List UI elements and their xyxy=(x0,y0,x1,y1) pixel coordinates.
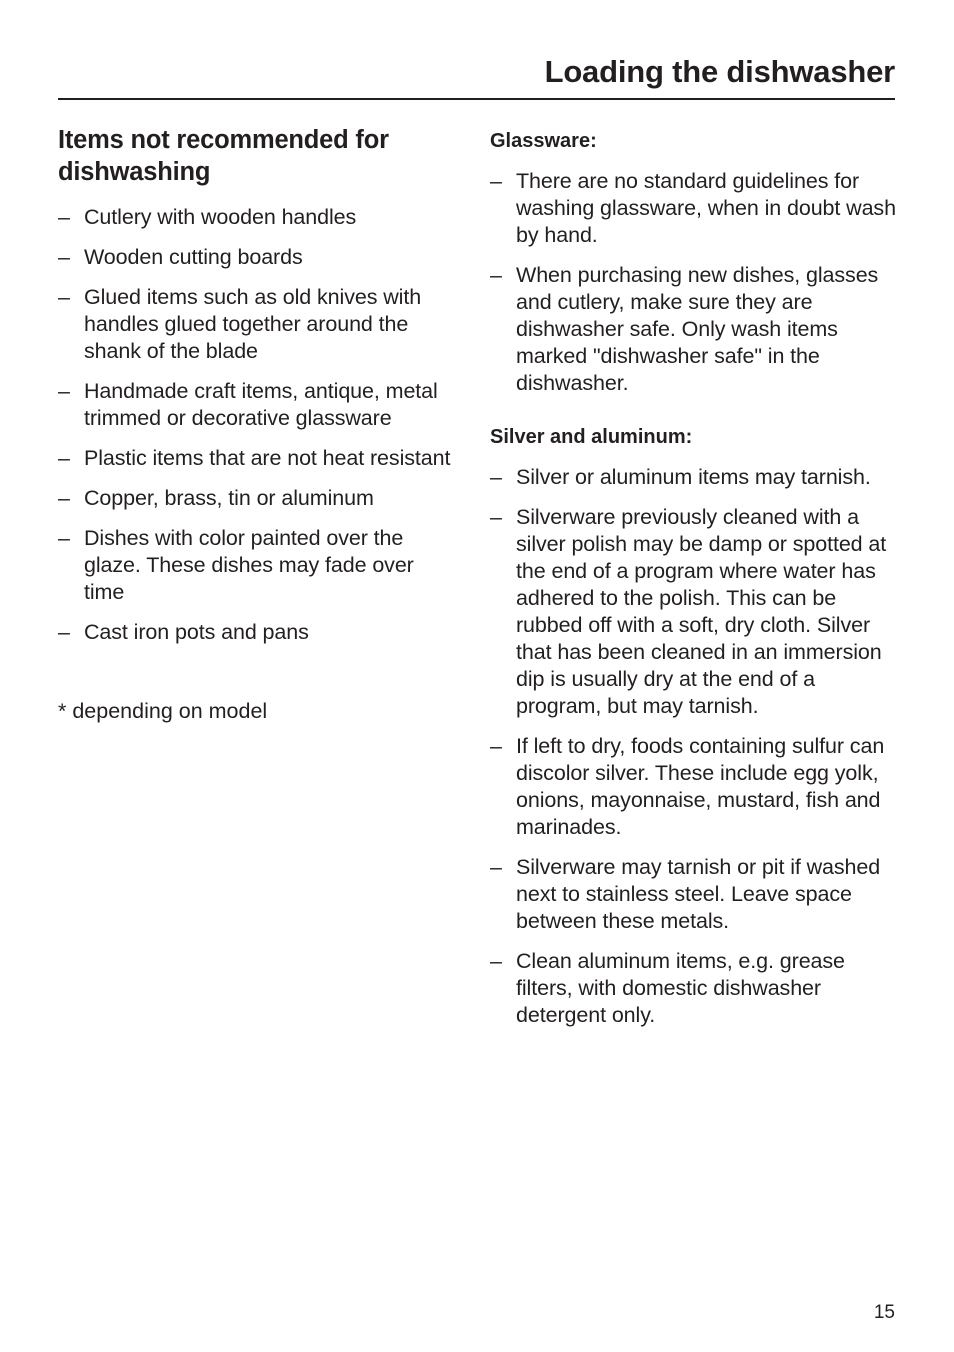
list-item-text: Silver or aluminum items may tarnish. xyxy=(516,465,871,489)
page-number: 15 xyxy=(873,1302,895,1323)
dash-bullet-icon: – xyxy=(490,734,502,758)
list-item: – Silver or aluminum items may tarnish. xyxy=(490,464,900,491)
dash-bullet-icon: – xyxy=(490,949,502,973)
dash-bullet-icon: – xyxy=(58,205,70,229)
dash-bullet-icon: – xyxy=(490,855,502,879)
dash-bullet-icon: – xyxy=(58,526,70,550)
list-item: – Silverware may tarnish or pit if washed… xyxy=(490,854,900,935)
list-item: – When purchasing new dishes, glasses and… xyxy=(490,262,900,397)
list-item: – Plastic items that are not heat resista… xyxy=(58,445,458,472)
list-item-text: Plastic items that are not heat resistan… xyxy=(84,446,451,470)
list-item-text: Silverware previously cleaned with a sil… xyxy=(516,505,887,718)
dash-bullet-icon: – xyxy=(58,486,70,510)
list-item: – Glued items such as old knives with han… xyxy=(58,284,458,365)
list-item: – Cast iron pots and pans xyxy=(58,619,458,646)
dash-bullet-icon: – xyxy=(490,169,502,193)
dash-bullet-icon: – xyxy=(58,379,70,403)
list-item: – Handmade craft items, antique, metal tr… xyxy=(58,378,458,432)
dash-bullet-icon: – xyxy=(490,465,502,489)
dash-bullet-icon: – xyxy=(58,245,70,269)
page-title: Loading the dishwasher xyxy=(544,54,896,89)
list-item-text: Cutlery with wooden handles xyxy=(84,205,357,229)
dash-bullet-icon: – xyxy=(490,263,502,287)
list-item: – If left to dry, foods containing sulfur… xyxy=(490,733,900,841)
glassware-heading: Glassware: xyxy=(490,130,597,152)
list-item-text: Dishes with color painted over the glaze… xyxy=(84,526,414,604)
list-item-text: Clean aluminum items, e.g. grease filter… xyxy=(516,949,845,1027)
dash-bullet-icon: – xyxy=(58,620,70,644)
left-column: Items not recommended for dishwashing – C… xyxy=(58,124,458,725)
list-item-text: There are no standard guidelines for was… xyxy=(516,169,896,247)
list-item-text: Silverware may tarnish or pit if washed … xyxy=(516,855,881,933)
glassware-list: – There are no standard guidelines for wa… xyxy=(490,168,900,397)
list-item: – Clean aluminum items, e.g. grease filte… xyxy=(490,948,900,1029)
dash-bullet-icon: – xyxy=(58,285,70,309)
list-item: – There are no standard guidelines for wa… xyxy=(490,168,900,249)
list-item-text: Wooden cutting boards xyxy=(84,245,303,269)
list-item-text: When purchasing new dishes, glasses and … xyxy=(516,263,879,395)
silver-aluminum-heading: Silver and aluminum: xyxy=(490,426,693,448)
list-item: – Silverware previously cleaned with a si… xyxy=(490,504,900,720)
list-item: – Cutlery with wooden handles xyxy=(58,204,458,231)
list-item-text: Handmade craft items, antique, metal tri… xyxy=(84,379,438,430)
list-item-text: Glued items such as old knives with hand… xyxy=(84,285,422,363)
right-column: Glassware: – There are no standard guidel… xyxy=(490,128,900,1042)
dash-bullet-icon: – xyxy=(58,446,70,470)
section-heading-not-recommended: Items not recommended for dishwashing xyxy=(58,126,389,186)
footnote: * depending on model xyxy=(58,699,268,723)
silver-aluminum-list: – Silver or aluminum items may tarnish. –… xyxy=(490,464,900,1029)
not-recommended-list: – Cutlery with wooden handles – Wooden cut… xyxy=(58,204,458,646)
page-header: Loading the dishwasher xyxy=(58,50,895,100)
list-item: – Wooden cutting boards xyxy=(58,244,458,271)
list-item: – Copper, brass, tin or aluminum xyxy=(58,485,458,512)
list-item: – Dishes with color painted over the glaz… xyxy=(58,525,458,606)
list-item-text: If left to dry, foods containing sulfur … xyxy=(516,734,885,839)
list-item-text: Cast iron pots and pans xyxy=(84,620,309,644)
list-item-text: Copper, brass, tin or aluminum xyxy=(84,486,374,510)
dash-bullet-icon: – xyxy=(490,505,502,529)
